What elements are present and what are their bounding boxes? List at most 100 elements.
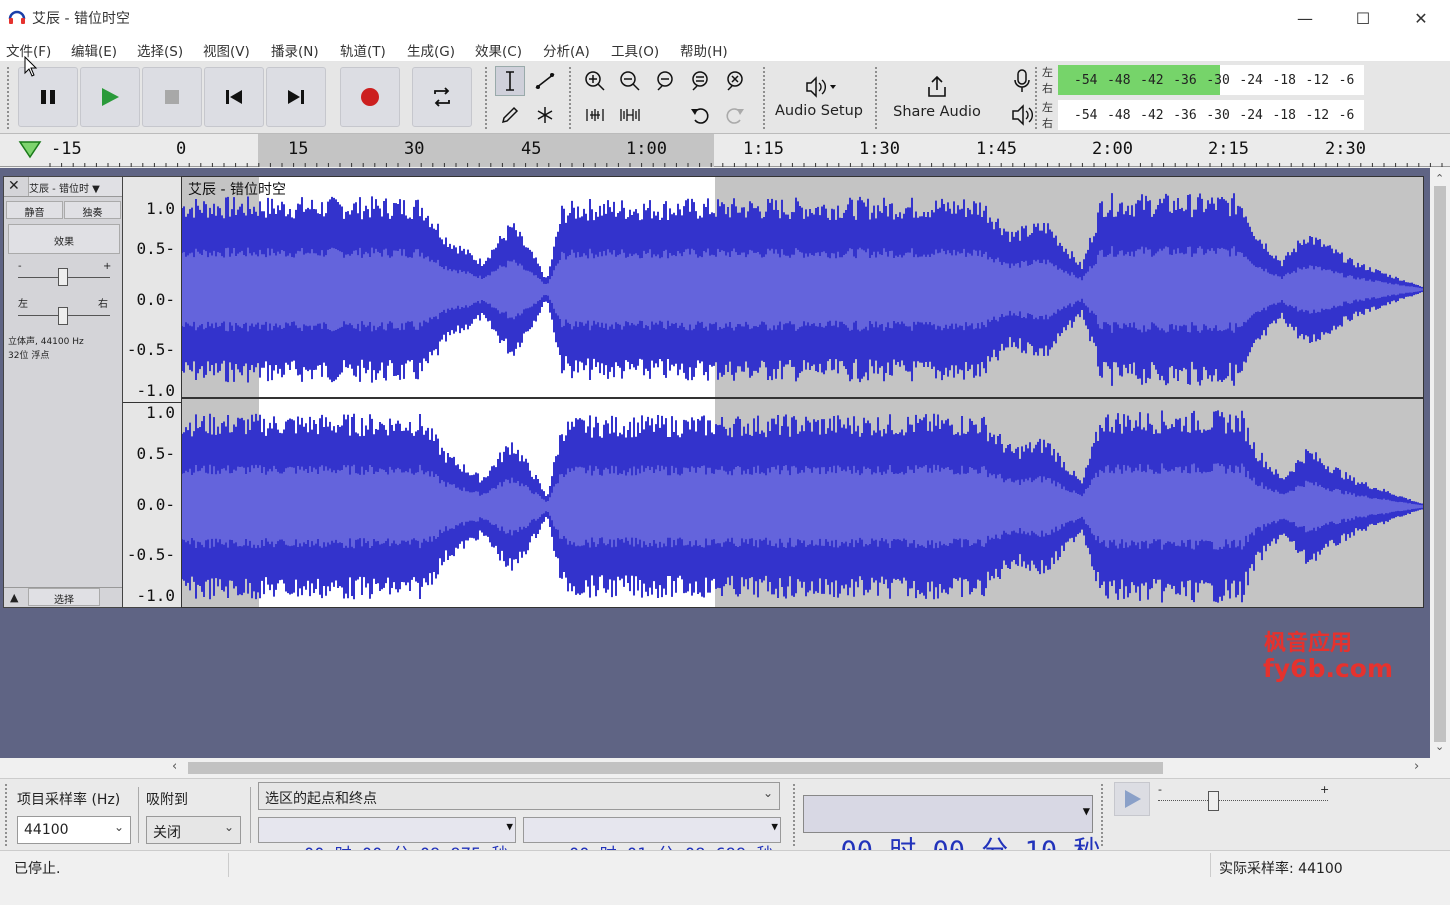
- menu-analyze[interactable]: 分析(A): [543, 40, 590, 60]
- solo-button[interactable]: 独奏: [64, 201, 121, 219]
- recording-meter[interactable]: -54 -48 -42 -36 -30 -24 -18 -12 -6: [1058, 65, 1364, 95]
- timeline-ruler[interactable]: -15 0 15 30 45 1:00 1:15 1:30 1:45 2:00 …: [0, 134, 1450, 167]
- menu-help[interactable]: 帮助(H): [680, 40, 728, 60]
- share-audio-label: Share Audio: [893, 104, 981, 120]
- share-icon: [928, 75, 946, 97]
- ruler-tick-label: 1:00: [626, 139, 667, 159]
- i-beam-icon: [506, 71, 514, 91]
- toolbar-grip[interactable]: [1034, 66, 1039, 130]
- menu-edit[interactable]: 编辑(E): [71, 40, 117, 60]
- scroll-up-icon[interactable]: ⌃: [1435, 172, 1444, 185]
- skip-to-start-button[interactable]: [204, 67, 264, 127]
- zoom-in-button[interactable]: [580, 66, 610, 96]
- scroll-right-icon[interactable]: ›: [1414, 759, 1419, 774]
- clip-name-label[interactable]: 艾辰 - 错位时空: [188, 179, 286, 199]
- toolbar-grip[interactable]: [792, 783, 797, 847]
- vertical-scroll-thumb[interactable]: [1434, 186, 1446, 742]
- fit-selection-button[interactable]: [650, 66, 680, 96]
- menu-select[interactable]: 选择(S): [137, 40, 183, 60]
- scroll-down-icon[interactable]: ⌄: [1435, 740, 1444, 753]
- menu-view[interactable]: 视图(V): [203, 40, 250, 60]
- silence-audio-button[interactable]: [615, 100, 645, 130]
- close-window-button[interactable]: ✕: [1392, 0, 1450, 36]
- speed-slider-thumb[interactable]: [1208, 791, 1219, 811]
- chevron-down-icon: ⌄: [762, 786, 773, 800]
- project-rate-combo[interactable]: 44100 ⌄: [17, 816, 131, 844]
- envelope-tool[interactable]: [530, 66, 560, 96]
- toolbar-grip[interactable]: [6, 66, 11, 130]
- play-head-triangle-icon[interactable]: [18, 140, 42, 160]
- snap-to-value: 关闭: [153, 825, 181, 841]
- close-track-icon[interactable]: ✕: [8, 178, 20, 194]
- play-at-speed-button[interactable]: [1114, 782, 1150, 816]
- effects-button[interactable]: 效果: [8, 224, 120, 254]
- speaker-icon[interactable]: [1010, 102, 1034, 128]
- amp-label: 0.5-: [136, 239, 175, 258]
- vertical-scrollbar[interactable]: ⌃ ⌄: [1430, 168, 1450, 758]
- share-audio-button[interactable]: Share Audio: [886, 66, 988, 128]
- mute-button[interactable]: 静音: [6, 201, 63, 219]
- skip-start-icon: [226, 90, 242, 104]
- pan-slider-thumb[interactable]: [58, 307, 68, 325]
- selection-end-time[interactable]: 00 时 01 分 08.699 秒 ▼: [523, 817, 781, 865]
- draw-tool[interactable]: [495, 100, 525, 130]
- skip-to-end-button[interactable]: [266, 67, 326, 127]
- zoom-out-icon: [620, 71, 640, 91]
- dropdown-triangle-icon[interactable]: ▼: [506, 820, 513, 833]
- stop-button[interactable]: [142, 67, 202, 127]
- menu-tracks[interactable]: 轨道(T): [340, 40, 386, 60]
- waveform-display[interactable]: [181, 176, 1424, 608]
- toolbar-grip[interactable]: [484, 66, 489, 130]
- amp-label: 1.0: [146, 199, 175, 218]
- clip-header: [182, 177, 1424, 199]
- waveform-rms: [182, 246, 1423, 333]
- selection-start-time[interactable]: 00 时 00 分 09.975 秒 ▼: [258, 817, 516, 865]
- toolbar-grip[interactable]: [4, 783, 9, 847]
- track-name-menu[interactable]: 艾辰 - 错位时 ▼: [28, 177, 122, 196]
- zoom-out-button[interactable]: [615, 66, 645, 96]
- ruler-tick-label: 30: [404, 139, 425, 159]
- playback-meter-scale: -54 -48 -42 -36 -30 -24 -18 -12 -6: [1074, 108, 1355, 123]
- ruler-tick-label: 2:00: [1092, 139, 1133, 159]
- menu-tools[interactable]: 工具(O): [611, 40, 659, 60]
- selection-tool[interactable]: [495, 66, 525, 96]
- trim-audio-button[interactable]: [580, 100, 610, 130]
- toolbar-grip[interactable]: [568, 66, 573, 130]
- toolbar-grip[interactable]: [762, 66, 767, 130]
- time-display[interactable]: 00 时 00 分 10 秒 ▼: [803, 795, 1100, 867]
- selection-mode-combo[interactable]: 选区的起点和终点 ⌄: [258, 782, 780, 810]
- scroll-left-icon[interactable]: ‹: [172, 759, 177, 774]
- redo-button[interactable]: [720, 100, 750, 130]
- horizontal-scroll-thumb[interactable]: [188, 762, 1163, 774]
- horizontal-scrollbar[interactable]: ‹ ›: [0, 758, 1430, 778]
- collapse-track-icon[interactable]: ▲: [10, 591, 18, 604]
- menu-record[interactable]: 播录(N): [271, 40, 319, 60]
- redo-icon: [726, 108, 744, 124]
- toolbar-grip[interactable]: [874, 66, 879, 130]
- amplitude-ruler[interactable]: 1.0 0.5- 0.0- -0.5- -1.0 1.0 0.5- 0.0- -…: [123, 176, 181, 608]
- gain-minus-label: -: [18, 261, 22, 272]
- toolbar-grip[interactable]: [1100, 783, 1105, 847]
- dropdown-triangle-icon[interactable]: ▼: [1083, 804, 1090, 818]
- gain-slider-thumb[interactable]: [58, 268, 68, 286]
- play-button[interactable]: [80, 67, 140, 127]
- loop-button[interactable]: [412, 67, 472, 127]
- zoom-toggle-button[interactable]: [720, 66, 750, 96]
- menu-generate[interactable]: 生成(G): [407, 40, 455, 60]
- multi-tool[interactable]: [530, 100, 560, 130]
- snap-to-combo[interactable]: 关闭 ⌄: [146, 816, 241, 844]
- record-button[interactable]: [340, 67, 400, 127]
- undo-button[interactable]: [685, 100, 715, 130]
- audio-setup-button[interactable]: Audio Setup: [770, 66, 868, 128]
- dropdown-triangle-icon[interactable]: ▼: [771, 820, 778, 833]
- window-title: 艾辰 - 错位时空: [32, 11, 130, 27]
- amp-label: 0.0-: [136, 495, 175, 514]
- fit-project-button[interactable]: [685, 66, 715, 96]
- maximize-button[interactable]: ☐: [1334, 0, 1392, 36]
- playback-meter[interactable]: -54 -48 -42 -36 -30 -24 -18 -12 -6: [1058, 100, 1364, 130]
- select-track-button[interactable]: 选择: [28, 588, 100, 606]
- minimize-button[interactable]: —: [1276, 0, 1334, 36]
- amp-label: -0.5-: [126, 340, 175, 359]
- microphone-icon[interactable]: [1010, 68, 1034, 94]
- menu-effect[interactable]: 效果(C): [475, 40, 522, 60]
